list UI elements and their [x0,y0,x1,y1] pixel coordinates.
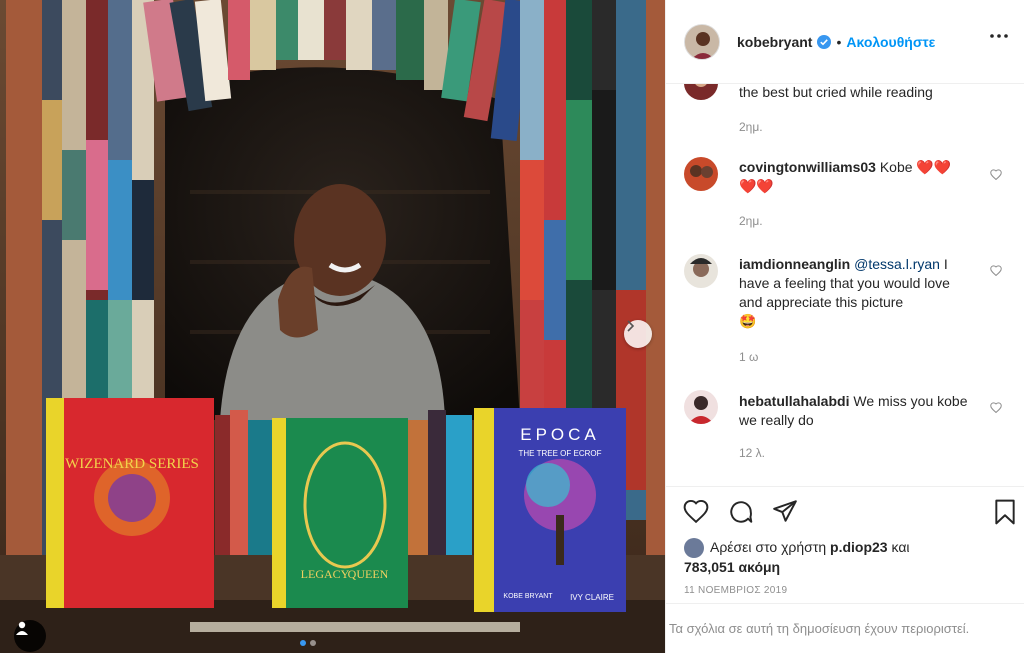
carousel-indicator [300,640,316,646]
comment-mention[interactable]: @tessa.l.ryan [854,256,940,272]
chevron-right-icon [627,320,635,332]
book-subtitle-epoca: THE TREE OF ECROF [519,449,602,458]
comment-text: iamdionneanglin @tessa.l.ryan I have a f… [739,255,969,331]
comments-list[interactable]: the best but cried while reading 2ημ. co… [666,84,1024,486]
comment-time: 2ημ. [739,120,763,134]
comment-avatar[interactable] [684,84,718,100]
carousel-next-button[interactable] [624,320,652,348]
comment-message: Kobe [875,159,917,175]
comment-text: hebatullahalabdi We miss you kobe we rea… [739,392,969,430]
more-icon[interactable] [990,34,1008,38]
comment-time: 12 λ. [739,446,766,460]
comment-username[interactable]: iamdionneanglin [739,256,850,272]
comment-icon[interactable] [728,499,754,525]
comment-username[interactable]: hebatullahalabdi [739,393,849,409]
comment-text: the best but cried while reading [739,84,933,100]
header-separator: • [836,33,842,50]
comment-time: 2ημ. [739,214,763,228]
avatar-image [684,254,718,288]
likes-prefix: Αρέσει στο χρήστη [710,539,831,555]
carousel-dot [310,640,316,646]
post-actions: Αρέσει στο χρήστη p.diop23 και 783,051 α… [666,486,1024,603]
post-photo[interactable]: WIZENARD SERIES LEGACY QUEEN EPOCA THE T… [0,0,665,653]
avatar-image [685,24,719,59]
comment-avatar[interactable] [684,254,718,288]
follow-button[interactable]: Ακολουθήστε [846,34,935,50]
book-author: KOBE BRYANT [503,593,553,600]
share-icon[interactable] [772,499,798,523]
book-title-epoca: EPOCA [520,425,600,444]
heart-emoji: ❤️❤️ [916,159,952,175]
author-avatar[interactable] [684,23,720,60]
like-button[interactable] [683,499,709,523]
bookmark-icon[interactable] [993,499,1017,525]
book-title-legacy: LEGACY [301,567,350,581]
comment-avatar[interactable] [684,157,718,191]
post-sidebar: kobebryant • Ακολουθήστε the best but cr… [665,0,1024,653]
book-author-ivy: IVY CLAIRE [570,593,614,602]
post-date[interactable]: 11 ΝΟΕΜΒΡΙΟΣ 2019 [684,585,787,596]
heart-icon[interactable] [990,265,1002,276]
heart-icon[interactable] [990,169,1002,180]
user-tag-button[interactable] [14,620,46,652]
comment-username[interactable]: covingtonwilliams03 [739,159,876,175]
book-title-queen: QUEEN [348,567,389,581]
post-header: kobebryant • Ακολουθήστε [666,0,1024,84]
comment-time: 1 ω [739,350,759,364]
likes-count[interactable]: 783,051 ακόμη [684,559,780,575]
heart-icon[interactable] [990,402,1002,413]
comment-text: covingtonwilliams03 Kobe ❤️❤️ ❤️❤️ [739,158,969,196]
avatar-image [684,84,718,100]
carousel-dot-active [300,640,306,646]
author-username[interactable]: kobebryant [737,34,812,50]
liker-username[interactable]: p.diop23 [830,539,888,555]
heart-emoji: ❤️❤️ [739,178,774,194]
verified-icon [817,34,832,49]
comment-avatar[interactable] [684,390,718,424]
user-tag-icon [16,621,28,635]
comments-disabled-notice: Τα σχόλια σε αυτή τη δημοσίευση έχουν πε… [666,603,1024,653]
likes-and: και [887,539,910,555]
book-title-wizenard: WIZENARD SERIES [65,456,199,472]
photo-illustration: WIZENARD SERIES LEGACY QUEEN EPOCA THE T… [0,0,665,653]
likes-summary: Αρέσει στο χρήστη p.diop23 και 783,051 α… [684,538,910,577]
avatar-image [684,157,718,191]
avatar-image [684,390,718,424]
liker-avatar[interactable] [684,538,704,559]
starstruck-emoji: 🤩 [739,313,757,329]
